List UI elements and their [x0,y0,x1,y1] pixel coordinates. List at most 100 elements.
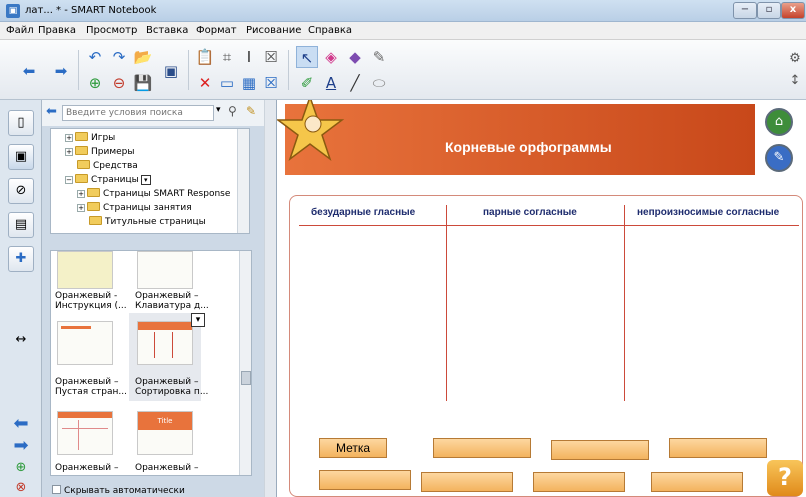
expander-icon[interactable]: − [65,176,73,184]
folder-icon [87,202,100,211]
thumbnail-blank[interactable] [57,321,113,365]
tree-item[interactable]: + Страницы занятия [77,202,192,216]
column-divider [446,205,447,401]
redo-icon[interactable]: ↷ [108,46,130,68]
menu-draw[interactable]: Рисование [246,25,301,36]
menu-edit[interactable]: Правка [38,25,76,36]
delete-page-icon[interactable]: ⊖ [108,72,130,94]
expander-icon[interactable]: + [77,190,85,198]
gallery-tab[interactable]: ▣ [8,144,34,170]
expander-icon[interactable]: + [77,204,85,212]
minimize-button[interactable]: − [733,2,757,19]
screen-shade-icon[interactable]: ▭ [216,72,238,94]
thumbnails-scrollbar[interactable] [239,251,251,475]
table-icon[interactable]: ▦ [238,72,260,94]
gallery-thumbnails: Оранжевый - Инструкция (... Оранжевый – … [50,250,252,476]
page-sorter-tab[interactable]: ▯ [8,110,34,136]
thumbnail-caption: Оранжевый – Пустая стран... [55,377,127,397]
search-icon[interactable]: ⚲ [228,104,237,118]
folder-icon [87,188,100,197]
table-close-icon[interactable]: ☒ [260,72,282,94]
save-icon[interactable]: 💾 [132,72,154,94]
label-card[interactable] [319,470,411,490]
app-icon: ▣ [6,4,20,18]
window-title: лат... * - SMART Notebook [25,5,157,16]
open-icon[interactable]: 📂 [132,46,154,68]
add-page-icon[interactable]: ⊕ [84,72,106,94]
options-icon[interactable]: ✎ [246,104,256,118]
screen-icon[interactable]: ▣ [160,60,182,82]
expander-icon[interactable]: + [65,148,73,156]
autohide-checkbox[interactable]: Скрывать автоматически [52,485,185,496]
label-card[interactable] [669,438,767,458]
line-icon[interactable]: ╱ [344,72,366,94]
folder-icon [89,216,102,225]
creative-pen-icon[interactable]: ✐ [296,72,318,94]
menu-insert[interactable]: Вставка [146,25,188,36]
dropdown-arrow-icon[interactable]: ▾ [216,105,221,115]
fill-icon[interactable]: ◈ [320,46,342,68]
column-divider [624,205,625,401]
shape-eraser-icon[interactable]: ⬭ [368,72,390,94]
label-card[interactable] [421,472,513,492]
expander-icon[interactable]: + [65,134,73,142]
back-arrow-icon[interactable]: ⬅ [46,104,57,119]
menu-file[interactable]: Файл [6,25,34,36]
label-card[interactable]: Метка [319,438,387,458]
addons-tab[interactable]: ✚ [8,246,34,272]
thumbnail-caption: Оранжевый – [55,463,119,473]
help-button[interactable]: ? [767,460,803,496]
thumbnail-lesson[interactable] [57,411,113,455]
eraser-icon[interactable]: ◆ [344,46,366,68]
notes-icon[interactable]: ✎ [765,144,793,172]
thumbnail-title[interactable]: Title [137,411,193,455]
label-card[interactable] [433,438,531,458]
label-card[interactable] [533,472,625,492]
tree-item[interactable]: + Игры [65,132,115,146]
undo-icon[interactable]: ↶ [84,46,106,68]
page-title: Корневые орфограммы [445,139,612,155]
forward-icon[interactable]: ➡ [50,60,72,82]
thumbnail-keyboard[interactable] [137,251,193,289]
text-tool-icon[interactable]: Ⅰ [238,46,260,68]
gallery-search-bar: ⬅ ▾ ⚲ ✎ [42,100,264,126]
page-canvas: Корневые орфограммы ⌂ ✎ безударные гласн… [276,100,806,497]
properties-tab[interactable]: ▤ [8,212,34,238]
home-icon[interactable]: ⌂ [765,108,793,136]
tree-item[interactable]: + Примеры [65,146,134,160]
close-button[interactable]: x [781,2,805,19]
label-card[interactable] [651,472,743,492]
clear-icon[interactable]: ✕ [194,72,216,94]
panel-splitter[interactable] [264,100,276,497]
thumbnail-sorting[interactable] [137,321,193,365]
gear-icon[interactable]: ⚙ [784,48,806,70]
tree-scrollbar[interactable] [237,129,249,233]
move-toolbar-icon[interactable]: ↕ [784,70,806,92]
back-icon[interactable]: ⬅ [18,60,40,82]
tree-item[interactable]: Средства [77,160,138,174]
resize-sidebar-icon[interactable]: ↔ [8,328,34,354]
thumbnail-instruction[interactable] [57,251,113,289]
tree-item[interactable]: + Страницы SMART Response [77,188,230,202]
close-x-icon[interactable]: ☒ [260,46,282,68]
paste-icon[interactable]: 📋 [194,46,216,68]
menu-help[interactable]: Справка [308,25,352,36]
pointer-icon[interactable]: ↖ [296,46,318,68]
attachments-tab[interactable]: ⊘ [8,178,34,204]
delete-page-side-icon[interactable]: ⊗ [8,476,34,497]
capture-icon[interactable]: ⌗ [216,46,238,68]
menu-format[interactable]: Формат [196,25,237,36]
label-card[interactable] [551,440,649,460]
font-icon[interactable]: A [320,72,342,94]
tree-dropdown-icon[interactable]: ▾ [140,175,151,185]
thumbnail-caption: Оранжевый - Инструкция (... [55,291,127,311]
search-input[interactable] [62,105,214,121]
maximize-button[interactable]: ▫ [757,2,781,19]
pen-icon[interactable]: ✎ [368,46,390,68]
folder-icon [75,132,88,141]
toolbar: ⬅ ➡ ↶ ↷ 📂 ⊕ ⊖ 💾 ▣ 📋 ⌗ Ⅰ ☒ ✕ ▭ ▦ ☒ ↖ ◈ ◆ … [0,40,806,100]
tree-item[interactable]: Титульные страницы [89,216,206,230]
tree-item[interactable]: − Страницы ▾ [65,174,151,188]
menu-view[interactable]: Просмотр [86,25,137,36]
thumbnail-menu-icon[interactable]: ▾ [191,313,205,327]
